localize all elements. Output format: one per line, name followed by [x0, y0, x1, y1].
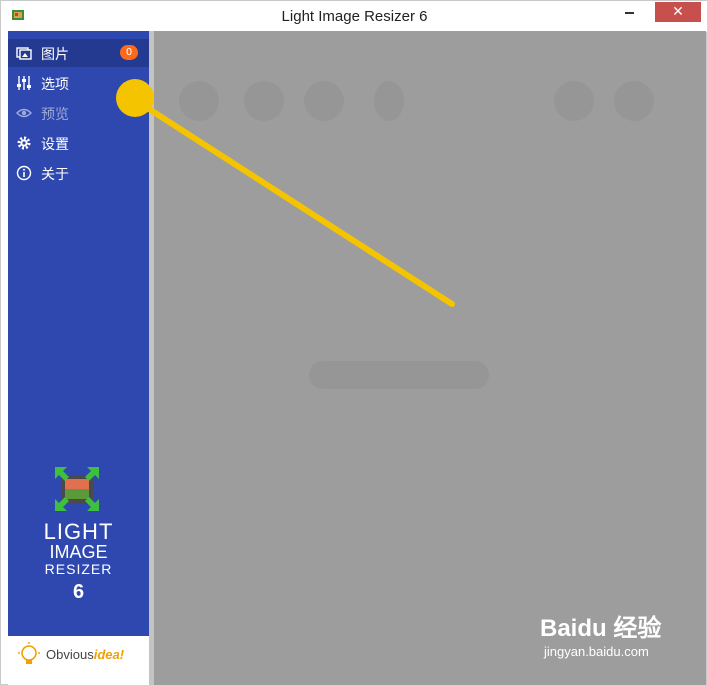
annotation-arrow-line — [132, 97, 455, 307]
watermark-url: jingyan.baidu.com — [544, 644, 649, 659]
baidu-watermark: Baidu 经验 jingyan.baidu.com — [540, 608, 700, 670]
tutorial-annotation — [116, 79, 455, 307]
annotation-highlight-circle — [116, 79, 154, 117]
watermark-logo: Baidu 经验 — [540, 615, 662, 642]
